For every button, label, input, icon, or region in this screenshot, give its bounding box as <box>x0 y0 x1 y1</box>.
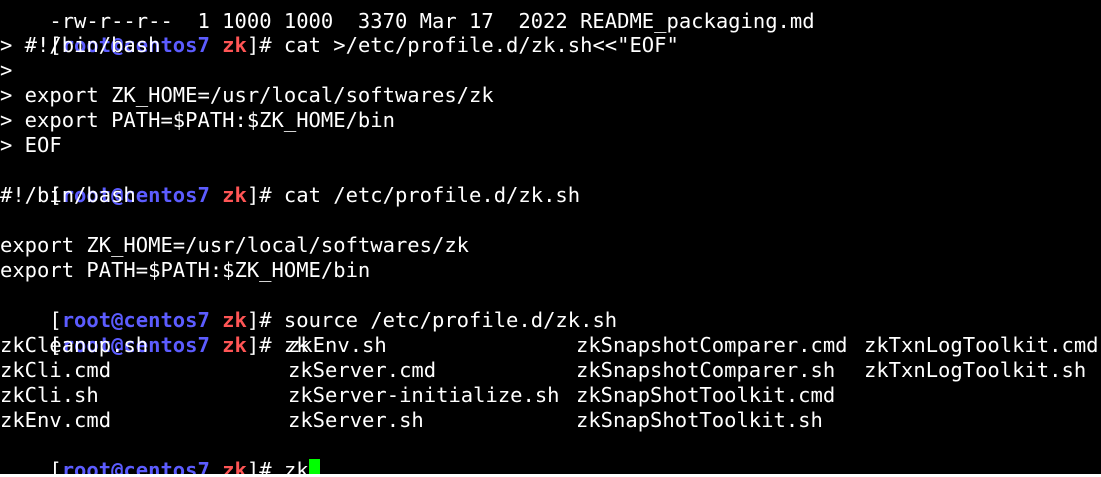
prompt-bracket-close: ]# <box>246 33 272 57</box>
completion-item: zkCli.cmd <box>0 358 112 382</box>
command-text: source /etc/profile.d/zk.sh <box>271 308 618 332</box>
heredoc-line: > #!/bin/bash <box>0 33 161 57</box>
completion-item: zkSnapShotToolkit.cmd <box>576 383 836 407</box>
completion-item: zkServer-initialize.sh <box>288 383 560 407</box>
terminal-line-command: [root@centos7 zk]# cat >/etc/profile.d/z… <box>0 8 678 57</box>
prompt-dir: zk <box>222 458 247 474</box>
output-line: #!/bin/bash <box>0 183 136 207</box>
prompt-bracket-close: ]# <box>246 183 272 207</box>
completion-item: zkSnapShotToolkit.sh <box>576 408 823 432</box>
completion-item: zkSnapshotComparer.cmd <box>576 333 848 357</box>
terminal-window[interactable]: -rw-r--r-- 1 1000 1000 3370 Mar 17 2022 … <box>0 0 1101 474</box>
terminal-line-command: [root@centos7 zk]# source /etc/profile.d… <box>0 283 617 332</box>
completion-item: zkEnv.cmd <box>0 408 112 432</box>
completion-item: zkTxnLogToolkit.cmd <box>864 333 1099 357</box>
prompt-dir: zk <box>222 183 247 207</box>
completion-row: zkCleanup.sh zkEnv.sh zkSnapshotComparer… <box>0 333 1101 358</box>
completion-item: zkTxnLogToolkit.sh <box>864 358 1087 382</box>
prompt-dir: zk <box>222 33 247 57</box>
completion-item: zkSnapshotComparer.sh <box>576 358 836 382</box>
completion-row: zkEnv.cmd zkServer.sh zkSnapShotToolkit.… <box>0 408 1101 433</box>
completion-row: zkCli.cmd zkServer.cmd zkSnapshotCompare… <box>0 358 1101 383</box>
command-input-text[interactable]: zk <box>272 458 309 474</box>
heredoc-line: > EOF <box>0 133 62 157</box>
terminal-line-command: [root@centos7 zk]# zk <box>0 308 308 357</box>
prompt-user-host: root@centos7 <box>61 458 210 474</box>
completion-item: zkCli.sh <box>0 383 99 407</box>
output-line: export ZK_HOME=/usr/local/softwares/zk <box>0 233 469 257</box>
command-text: cat >/etc/profile.d/zk.sh<<"EOF" <box>271 33 679 57</box>
completion-item: zkServer.sh <box>288 408 424 432</box>
prompt-bracket-close: ]# <box>246 458 272 474</box>
completion-item: zkEnv.sh <box>288 333 387 357</box>
text-cursor <box>308 459 320 474</box>
prompt-bracket-open: [ <box>49 458 62 474</box>
output-line: export PATH=$PATH:$ZK_HOME/bin <box>0 258 371 282</box>
command-text: cat /etc/profile.d/zk.sh <box>271 183 581 207</box>
heredoc-line: > export PATH=$PATH:$ZK_HOME/bin <box>0 108 395 132</box>
heredoc-line: > export ZK_HOME=/usr/local/softwares/zk <box>0 83 494 107</box>
completion-item: zkServer.cmd <box>288 358 437 382</box>
terminal-line-command: [root@centos7 zk]# cat /etc/profile.d/zk… <box>0 158 580 207</box>
terminal-line-active[interactable]: [root@centos7 zk]# zk <box>0 433 320 474</box>
completion-item: zkCleanup.sh <box>0 333 149 357</box>
heredoc-line: > <box>0 58 13 82</box>
completion-row: zkCli.sh zkServer-initialize.sh zkSnapSh… <box>0 383 1101 408</box>
